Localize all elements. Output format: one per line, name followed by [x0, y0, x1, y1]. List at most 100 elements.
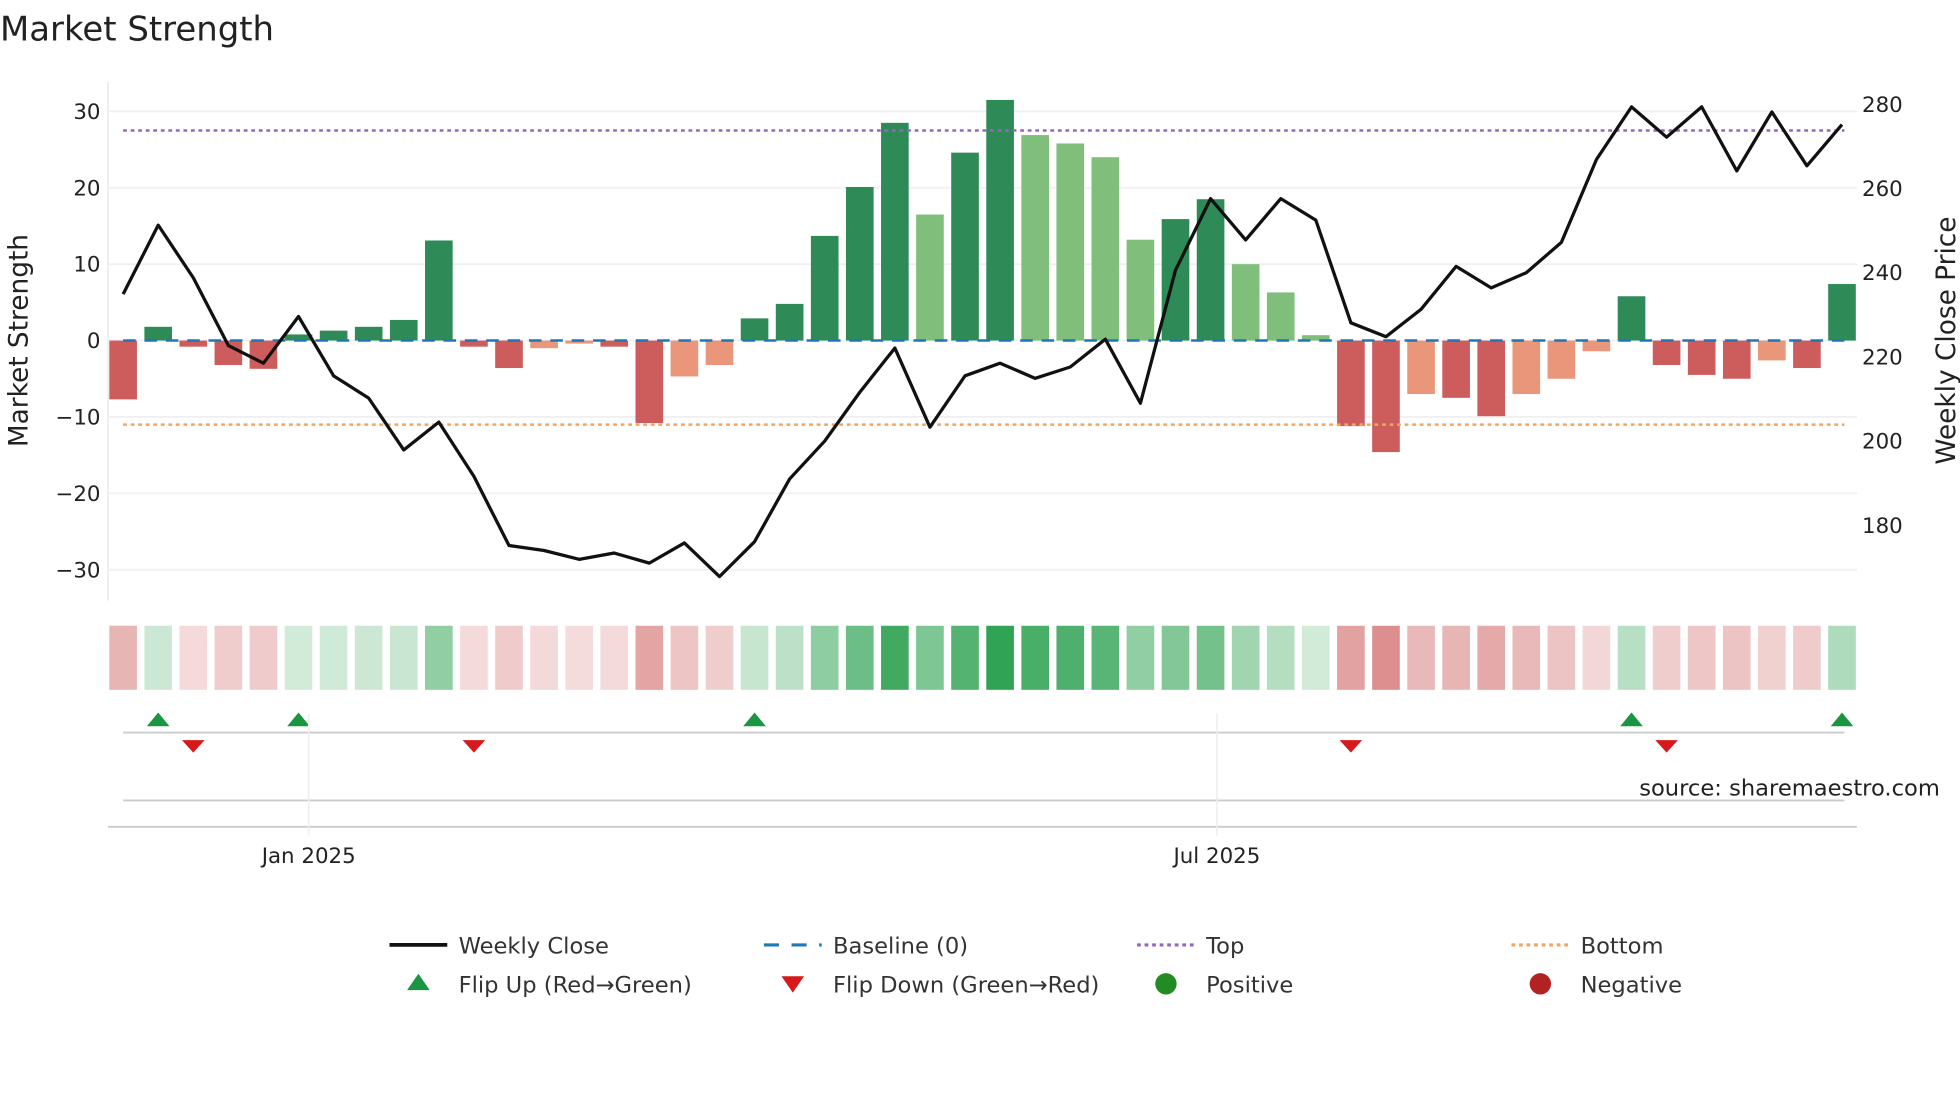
legend-label: Top: [1205, 934, 1244, 960]
strength-bar: [1758, 340, 1786, 361]
flip-down-icon: [462, 740, 486, 753]
source-credit: source: sharemaestro.com: [1639, 775, 1940, 801]
y2-tick-labels: 280 260 240 220 200 180: [1862, 93, 1903, 539]
y-tick-label: 20: [73, 176, 100, 201]
heat-cell: [1196, 625, 1225, 690]
heat-cell: [1582, 625, 1611, 690]
heat-cell: [1828, 625, 1856, 690]
heat-cell: [1722, 625, 1751, 690]
heat-cell: [1126, 625, 1155, 690]
strength-bar: [1652, 340, 1681, 365]
heat-cell: [1301, 625, 1330, 690]
reference-lines: [123, 129, 1845, 426]
heat-cell: [951, 625, 979, 690]
strength-bar: [1547, 340, 1576, 379]
strength-bar: [319, 330, 348, 341]
legend-item-top: Top: [1137, 934, 1244, 960]
heat-cell: [389, 625, 418, 690]
legend-label: Flip Up (Red→Green): [459, 973, 692, 999]
x-tick-labels: Jan 2025 Jul 2025: [260, 713, 1260, 869]
strength-bar: [986, 99, 1014, 341]
y-tick-labels: 30 20 10 0 −10 −20 −30: [55, 100, 100, 583]
heat-cell: [635, 625, 664, 690]
legend-label: Weekly Close: [459, 934, 609, 960]
circle-icon: [1155, 973, 1177, 995]
strength-bar: [1056, 143, 1085, 341]
heat-cell: [986, 625, 1014, 690]
heat-cell: [1477, 625, 1506, 690]
heat-cell: [845, 625, 874, 690]
strength-bar: [670, 340, 699, 377]
heat-cell: [740, 625, 769, 690]
legend-item-bottom: Bottom: [1511, 934, 1664, 960]
heat-cell: [1266, 625, 1295, 690]
legend-label: Negative: [1581, 973, 1682, 999]
heat-cell: [1407, 625, 1435, 690]
heat-cell: [775, 625, 804, 690]
legend: Weekly Close Baseline (0) Top Bottom Flip Up…: [389, 934, 1682, 999]
strength-bar: [775, 303, 804, 341]
heat-cell: [1687, 625, 1716, 690]
y2-tick-label: 180: [1862, 514, 1903, 539]
heat-cell: [1372, 625, 1400, 690]
heat-cell: [810, 625, 839, 690]
legend-item-flip-up-red-green: Flip Up (Red→Green): [407, 973, 692, 999]
y2-tick-label: 240: [1862, 261, 1903, 286]
y-tick-label: −20: [55, 482, 100, 507]
heat-cell: [354, 625, 383, 690]
flip-down-icon: [1339, 740, 1363, 753]
y-tick-label: 30: [73, 100, 100, 125]
strength-bar: [1266, 292, 1295, 341]
heat-cell: [1161, 625, 1190, 690]
y-tick-label: −30: [55, 558, 100, 583]
y-axis-label: Market Strength: [5, 234, 35, 447]
flip-up-icon: [743, 712, 766, 727]
strength-bar: [1828, 284, 1856, 341]
heat-cell: [670, 625, 699, 690]
strength-bar: [1512, 340, 1541, 395]
y-tick-label: 0: [87, 329, 101, 354]
legend-item-positive: Positive: [1155, 973, 1293, 999]
strength-bar: [810, 235, 839, 341]
strength-bar: [1407, 340, 1435, 395]
heat-cell: [705, 625, 734, 690]
strength-bar: [354, 326, 383, 341]
y2-tick-label: 280: [1862, 93, 1903, 118]
heat-cell: [284, 625, 313, 690]
chart-title: Market Strength: [0, 9, 274, 48]
strength-bar: [740, 318, 769, 341]
legend-item-weekly-close: Weekly Close: [389, 934, 609, 960]
legend-label: Bottom: [1581, 934, 1664, 960]
heat-cell: [1337, 625, 1365, 690]
strength-bar: [1582, 340, 1611, 352]
strength-bar: [389, 319, 418, 341]
heat-cell: [249, 625, 278, 690]
heat-cell: [1758, 625, 1786, 690]
circle-icon: [1529, 973, 1552, 995]
heat-cell: [1091, 625, 1120, 690]
strength-bar: [109, 340, 137, 400]
legend-item-baseline-0: Baseline (0): [763, 934, 968, 960]
strength-bar: [495, 340, 523, 369]
flip-up-icon: [287, 712, 310, 727]
heat-cell: [1793, 625, 1821, 690]
y2-tick-label: 260: [1862, 177, 1903, 202]
flip-up-icon: [1830, 712, 1854, 727]
strength-bar: [1617, 296, 1646, 341]
strength-bar: [1372, 340, 1400, 453]
strength-bar: [1477, 340, 1506, 417]
heat-cell: [425, 625, 453, 690]
heat-cell: [881, 625, 909, 690]
heat-cell: [1547, 625, 1576, 690]
y-tick-label: 10: [73, 253, 100, 278]
heat-cell: [319, 625, 348, 690]
y-tick-label: −10: [55, 405, 100, 430]
strength-bar: [845, 187, 874, 341]
y2-axis-label: Weekly Close Price: [1932, 216, 1960, 464]
strength-bar: [1442, 340, 1470, 398]
y2-tick-label: 220: [1862, 345, 1903, 370]
flip-markers-panel: [108, 712, 1857, 828]
strength-bar: [1793, 340, 1821, 369]
strength-bar: [916, 214, 944, 341]
strength-bar: [1231, 264, 1260, 341]
